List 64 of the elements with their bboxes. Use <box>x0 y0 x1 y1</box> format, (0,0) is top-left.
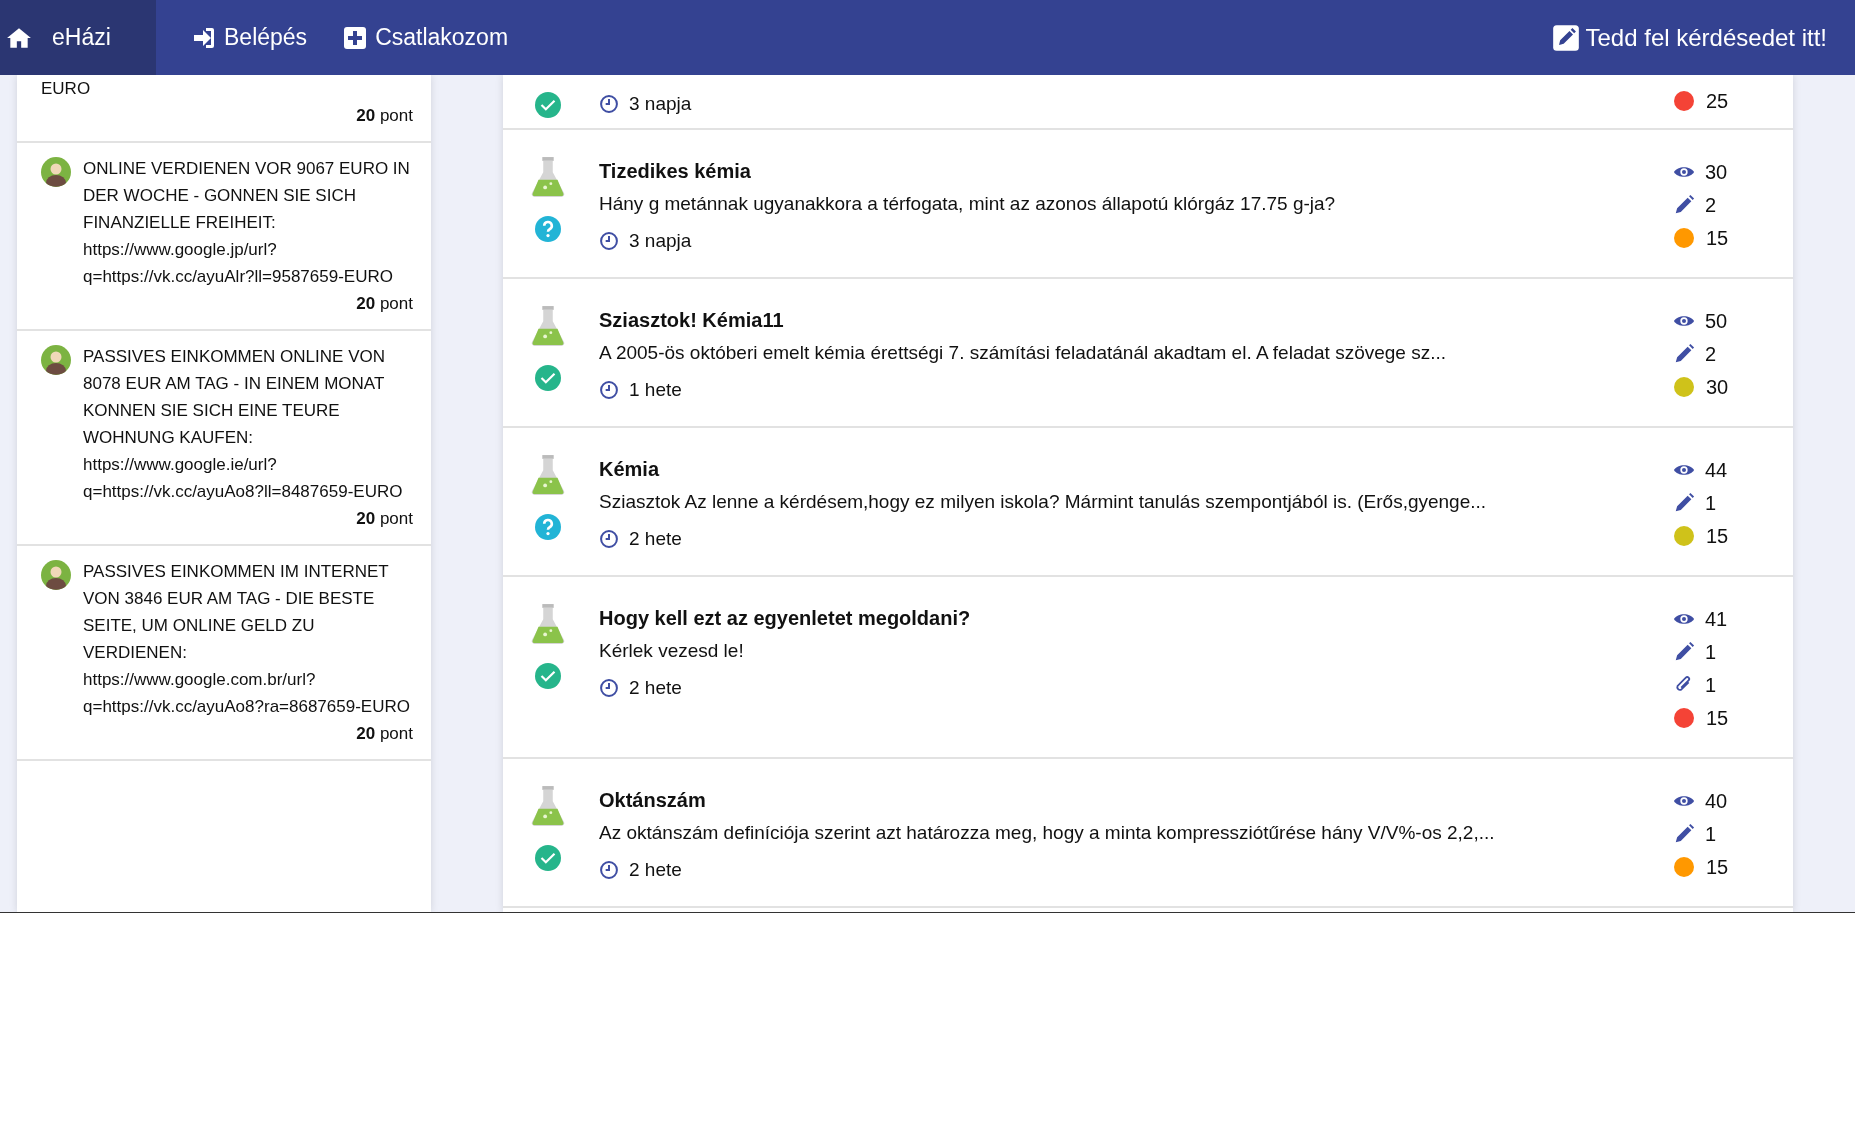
pencil-icon <box>1673 641 1695 663</box>
points-count: 15 <box>1706 856 1729 878</box>
time-text: 3 napja <box>629 91 692 116</box>
time-text: 2 hete <box>629 526 682 551</box>
question-title[interactable]: Oktánszám <box>599 785 1673 815</box>
flask-icon <box>529 156 567 198</box>
time-text: 3 napja <box>629 228 692 253</box>
points-count: 15 <box>1706 525 1729 547</box>
clock-icon <box>599 379 619 400</box>
login-icon <box>192 25 216 50</box>
avatar-icon <box>41 157 71 187</box>
pencil-icon <box>1673 492 1695 514</box>
eye-count: 41 <box>1705 608 1728 630</box>
points-text: 20 pont <box>356 105 413 127</box>
post-text: EURO <box>41 78 91 100</box>
pencil-count: 2 <box>1705 194 1717 216</box>
points-count: 25 <box>1706 90 1729 112</box>
points-count: 15 <box>1706 227 1729 249</box>
points-count: 15 <box>1706 707 1729 729</box>
pencil-count: 1 <box>1705 641 1717 663</box>
question-excerpt: Hány g metánnak ugyanakkora a térfogata, mint az azonos állapotú klórgáz 17.75 g-ja? <box>599 192 1337 216</box>
home-link[interactable]: eHázi <box>0 0 156 75</box>
pencil-count: 1 <box>1705 492 1717 514</box>
question-excerpt: Az oktánszám definíciója szerint azt határozza meg, hogy a minta kompressziótűrése hány V/V%-os 2,2,... <box>599 821 1496 845</box>
question-excerpt: A 2005-ös októberi emelt kémia érettségi 7. számítási feladatánál akadtam el. A feladat szövege sz... <box>599 341 1448 365</box>
eye-count: 50 <box>1705 310 1728 332</box>
eye-count: 40 <box>1705 790 1728 812</box>
clock-icon <box>599 677 619 698</box>
points-count: 30 <box>1706 376 1729 398</box>
question-title[interactable]: Kémia <box>599 454 1673 484</box>
question-excerpt: Sziasztok Az lenne a kérdésem,hogy ez milyen iskola? Mármint tanulás szempontjából is. (Erős,gyenge... <box>599 490 1488 514</box>
paperclip-count: 1 <box>1705 674 1717 696</box>
question-title[interactable]: Tizedikes kémia <box>599 156 1673 186</box>
plus-icon <box>343 25 368 50</box>
question-title[interactable]: Hogy kell ezt az egyenletet megoldani? <box>599 603 1673 633</box>
pencil-count: 2 <box>1705 343 1717 365</box>
points-text: 20 pont <box>356 293 413 315</box>
clock-icon <box>599 859 619 880</box>
flask-icon <box>529 305 567 347</box>
clock-icon <box>599 93 619 114</box>
login-link[interactable]: Belépés <box>192 20 308 55</box>
pencil-icon <box>1673 823 1695 845</box>
points-text: 20 pont <box>356 508 413 530</box>
clock-icon <box>599 528 619 549</box>
question-excerpt: Kérlek vezesd le! <box>599 639 745 663</box>
avatar-icon <box>41 560 71 590</box>
ask-question-link[interactable]: Tedd fel kérdésedet itt! <box>1551 19 1827 56</box>
question-title[interactable]: Sziasztok! Kémia11 <box>599 305 1673 335</box>
flask-icon <box>529 454 567 496</box>
pencil-count: 1 <box>1705 823 1717 845</box>
edit-icon <box>1551 23 1580 52</box>
time-text: 1 hete <box>629 377 682 402</box>
time-text: 2 hete <box>629 675 682 700</box>
eye-count: 44 <box>1705 459 1728 481</box>
clock-icon <box>599 230 619 251</box>
points-text: 20 pont <box>356 723 413 745</box>
eye-count: 30 <box>1705 161 1728 183</box>
join-link[interactable]: Csatlakozom <box>343 20 509 55</box>
flask-icon <box>529 785 567 827</box>
pencil-icon <box>1673 343 1695 365</box>
time-text: 2 hete <box>629 857 682 882</box>
avatar-icon <box>41 345 71 375</box>
flask-icon <box>529 603 567 645</box>
pencil-icon <box>1673 194 1695 216</box>
